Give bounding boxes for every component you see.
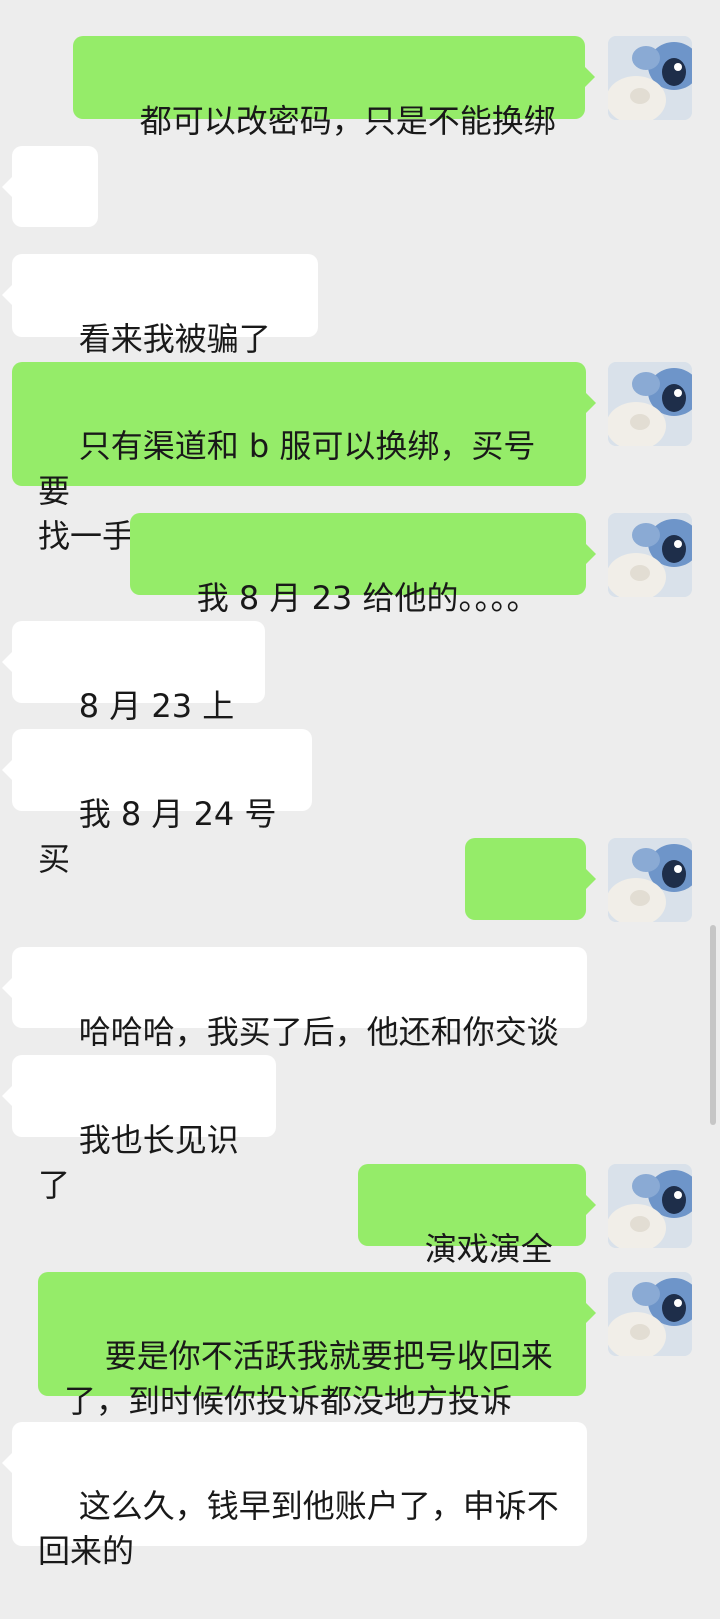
message-bubble-incoming[interactable]: 这么久，钱早到他账户了，申诉不 回来的 (2, 1422, 587, 1570)
chat-message-list[interactable]: 都可以改密码，只是不能换绑 哦 看来我被骗了 只有渠道和 b 服 (0, 0, 720, 1574)
message-bubble-outgoing[interactable]: 演戏演全套 (358, 1164, 596, 1313)
message-bubble-outgoing[interactable]: 真行 (465, 838, 596, 987)
stitch-plush-avatar-icon[interactable] (608, 362, 692, 446)
message-text: 要是你不活跃我就要把号收回来 了，到时候你投诉都没地方投诉 (64, 1337, 553, 1420)
message-text: 我也长见识了 (38, 1121, 239, 1204)
message-bubble-incoming[interactable]: 哦 (2, 146, 98, 295)
message-bubble-outgoing[interactable]: 我 8 月 23 给他的。。。。 (130, 513, 596, 617)
message-text: 我 8 月 24 号买 (38, 795, 277, 878)
message-bubble-outgoing[interactable]: 要是你不活跃我就要把号收回来 了，到时候你投诉都没地方投诉 (38, 1272, 596, 1420)
message-text: 都可以改密码，只是不能换绑 (139, 102, 556, 140)
message-bubble-incoming[interactable]: 我也长见识了 (2, 1055, 276, 1204)
stitch-plush-avatar-icon[interactable] (608, 1272, 692, 1356)
message-bubble-incoming[interactable]: 看来我被骗了 (2, 254, 318, 402)
message-text: 哈哈哈，我买了后，他还和你交谈 (78, 1013, 559, 1051)
message-bubble-outgoing[interactable]: 都可以改密码，只是不能换绑 (73, 36, 595, 140)
message-text: 看来我被骗了 (78, 320, 271, 358)
stitch-plush-avatar-icon[interactable] (608, 1164, 692, 1248)
message-text: 这么久，钱早到他账户了，申诉不 回来的 (38, 1487, 559, 1570)
stitch-plush-avatar-icon[interactable] (608, 513, 692, 597)
message-bubble-outgoing[interactable]: 只有渠道和 b 服可以换绑，买号要 找一手卖家，或者靠谱卖家 (12, 362, 596, 555)
scrollbar[interactable] (710, 925, 716, 1125)
message-bubble-incoming[interactable]: 8 月 23 上架 (2, 621, 265, 770)
message-bubble-incoming[interactable]: 我 8 月 24 号买 (2, 729, 312, 878)
stitch-plush-avatar-icon[interactable] (608, 36, 692, 120)
message-bubble-incoming[interactable]: 哈哈哈，我买了后，他还和你交谈 (2, 947, 587, 1051)
message-text: 我 8 月 23 给他的。。。。 (196, 579, 539, 617)
stitch-plush-avatar-icon[interactable] (608, 838, 692, 922)
